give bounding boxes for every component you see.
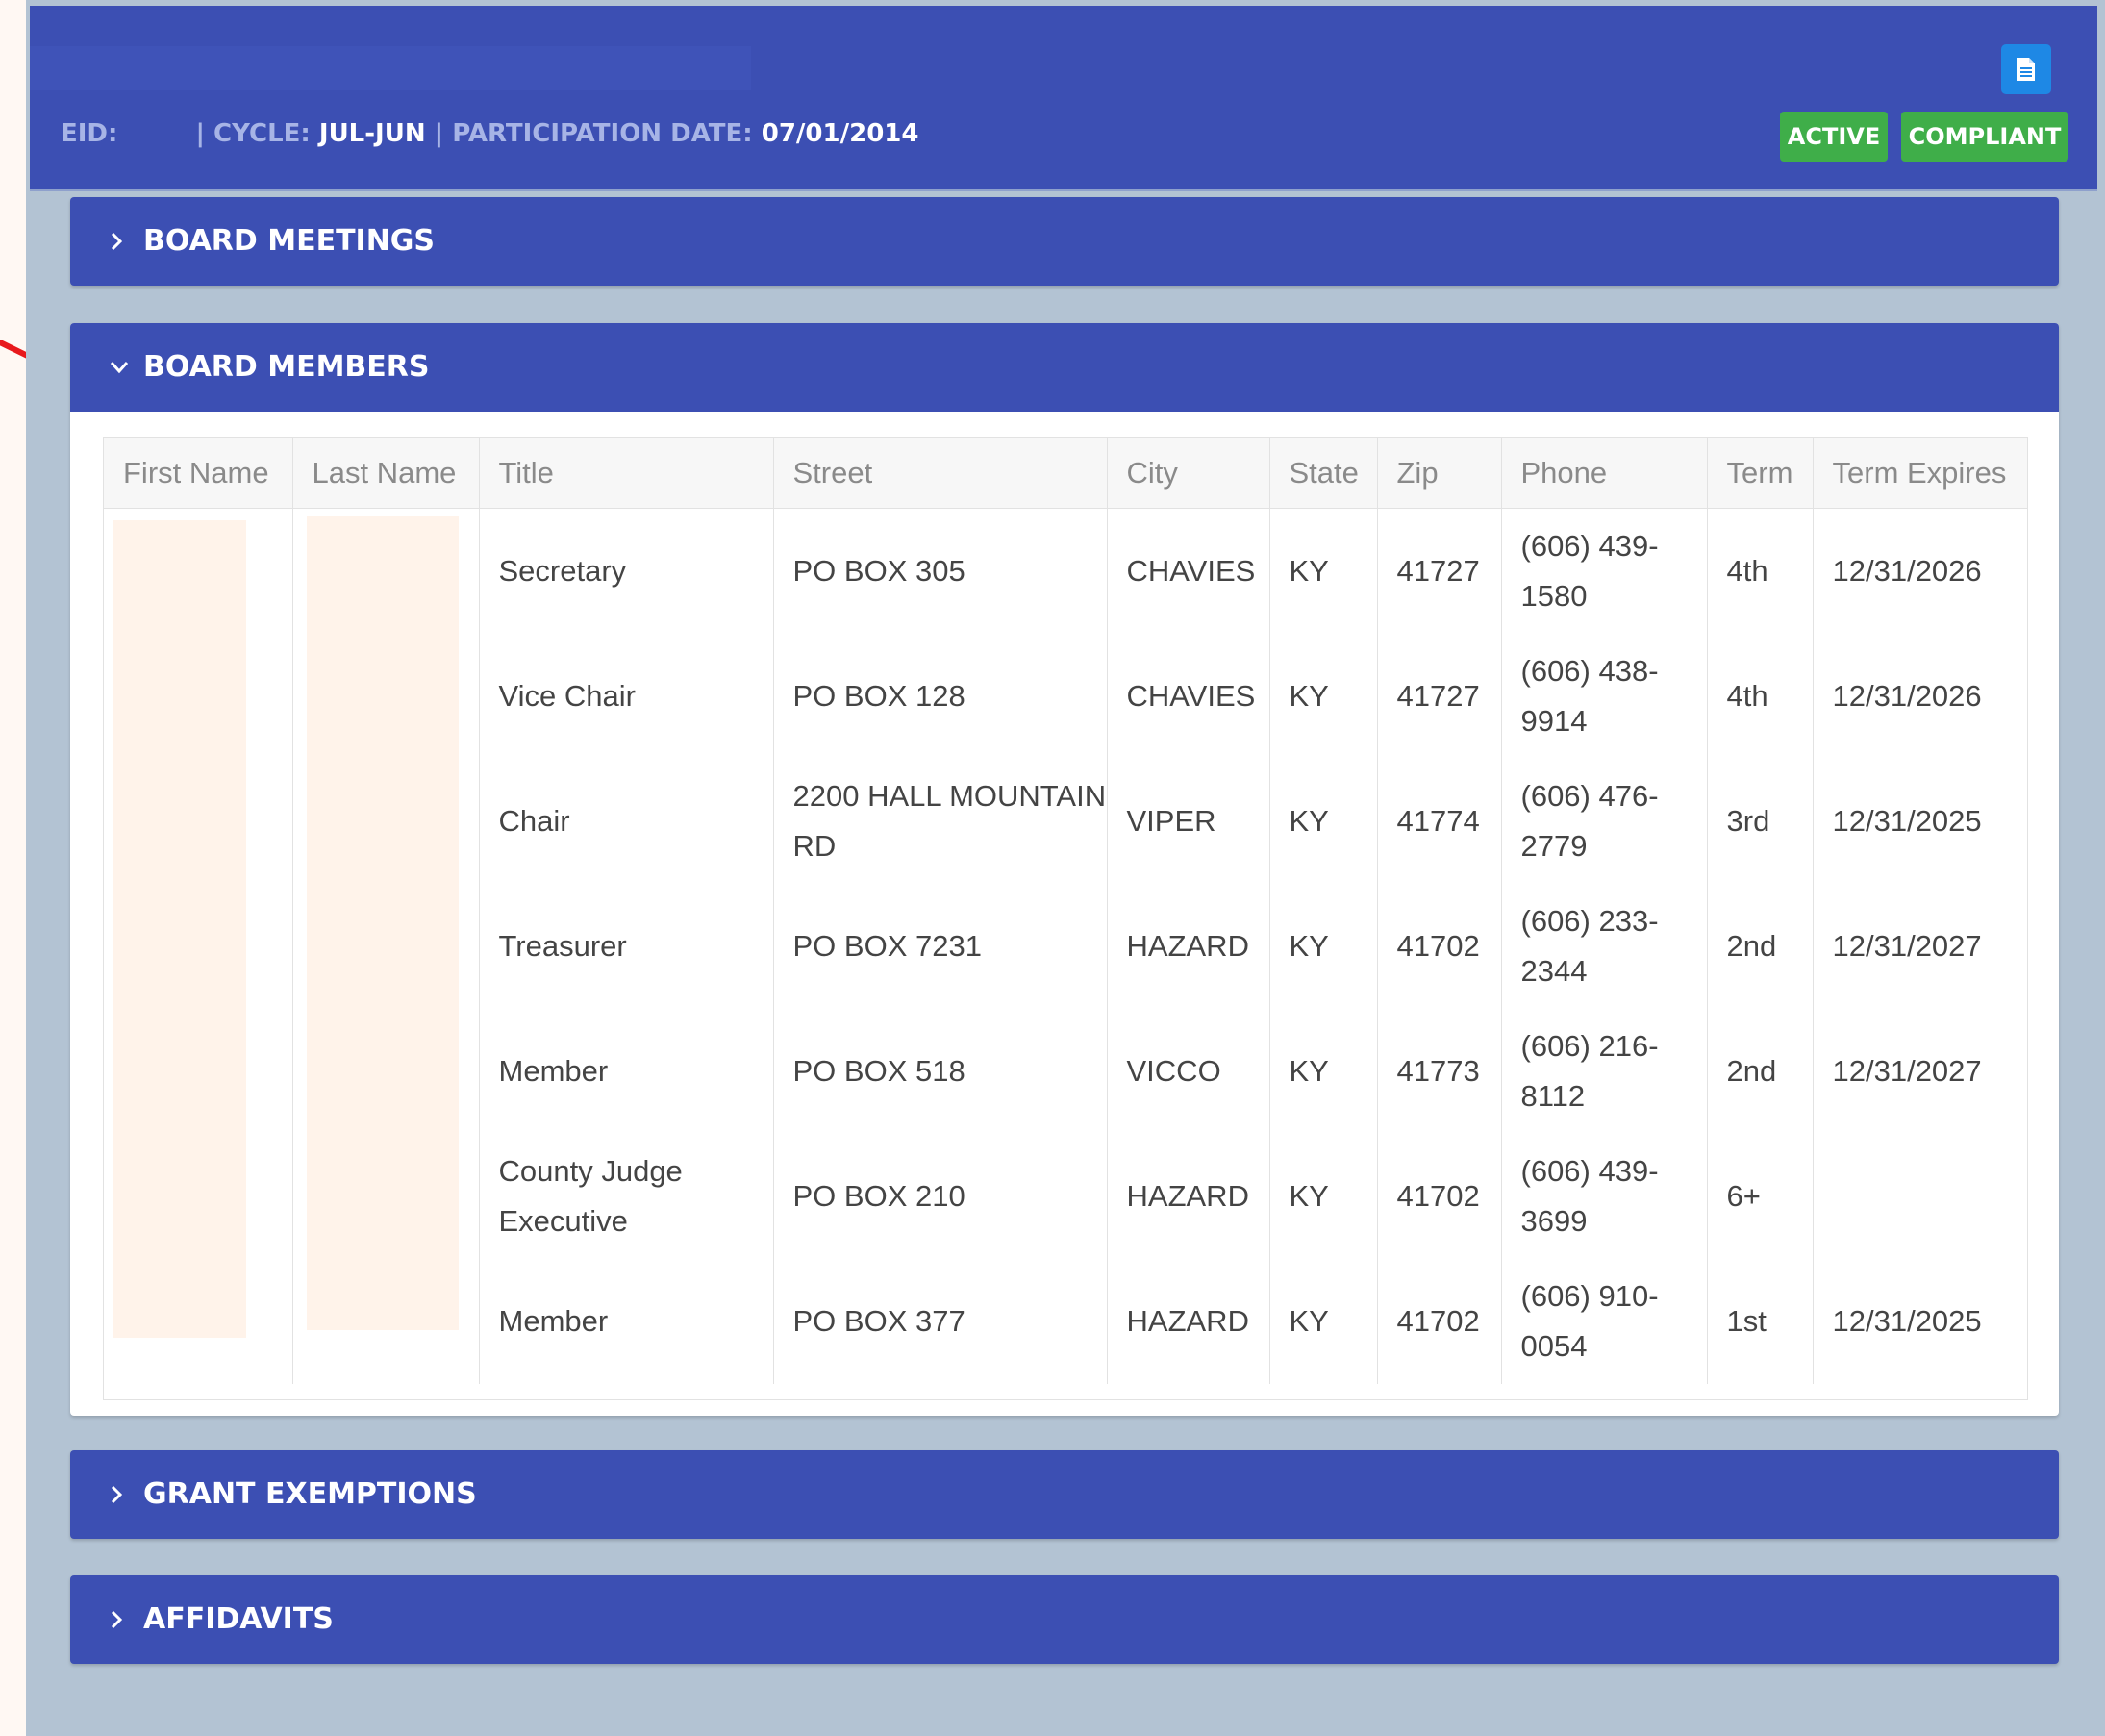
- chevron-right-icon: [111, 232, 123, 251]
- board-members-panel: BOARD MEMBERS First Name Last Name Title…: [70, 323, 2059, 1416]
- term-cell: 2nd: [1707, 884, 1814, 1009]
- street-cell: 2200 HALL MOUNTAIN RD: [773, 759, 1108, 884]
- title-cell: Member: [479, 1009, 774, 1134]
- street-cell: PO BOX 518: [773, 1009, 1108, 1134]
- chevron-right-icon: [111, 1485, 123, 1504]
- city-cell: CHAVIES: [1107, 508, 1270, 634]
- street-cell: PO BOX 7231: [773, 884, 1108, 1009]
- title-cell: Secretary: [479, 508, 774, 634]
- state-cell: KY: [1269, 884, 1378, 1009]
- street-cell: PO BOX 377: [773, 1259, 1108, 1384]
- col-title[interactable]: Title: [479, 438, 774, 509]
- record-info-line: EID: | CYCLE: JUL-JUN | PARTICIPATION DA…: [61, 119, 918, 148]
- participation-label: | PARTICIPATION DATE:: [434, 119, 753, 148]
- col-last-name[interactable]: Last Name: [292, 438, 480, 509]
- title-cell: Chair: [479, 759, 774, 884]
- status-badge-active: ACTIVE: [1780, 112, 1888, 162]
- term-expires-cell: 12/31/2026: [1832, 679, 1982, 713]
- redacted-last-names: [307, 516, 459, 1330]
- affidavits-panel[interactable]: AFFIDAVITS: [70, 1575, 2059, 1664]
- col-zip[interactable]: Zip: [1377, 438, 1502, 509]
- zip-cell: 41773: [1377, 1009, 1502, 1134]
- city-cell: HAZARD: [1107, 884, 1270, 1009]
- term-cell: 3rd: [1707, 759, 1814, 884]
- chevron-right-icon: [111, 1610, 123, 1629]
- term-expires-cell: 12/31/2026: [1832, 554, 1982, 588]
- street-cell: PO BOX 128: [773, 634, 1108, 759]
- table-header-row: First Name Last Name Title Street City S…: [104, 438, 2027, 509]
- eid-label: EID:: [61, 119, 118, 148]
- col-street[interactable]: Street: [773, 438, 1108, 509]
- title-cell: Vice Chair: [479, 634, 774, 759]
- title-cell: Member: [479, 1259, 774, 1384]
- zip-cell: 41774: [1377, 759, 1502, 884]
- term-expires-cell: [1813, 1134, 2027, 1259]
- zip-cell: 41702: [1377, 1259, 1502, 1384]
- record-name-band: [30, 46, 751, 90]
- state-cell: KY: [1269, 759, 1378, 884]
- phone-cell: (606) 216-8112: [1501, 1009, 1708, 1134]
- term-expires-cell: 12/31/2025: [1832, 1304, 1982, 1338]
- col-phone[interactable]: Phone: [1501, 438, 1708, 509]
- title-cell: County Judge Executive: [479, 1134, 774, 1259]
- board-meetings-panel[interactable]: BOARD MEETINGS: [70, 197, 2059, 286]
- affidavits-title: AFFIDAVITS: [143, 1602, 334, 1636]
- term-expires-cell: 12/31/2027: [1832, 1054, 1982, 1088]
- term-cell: 2nd: [1707, 1009, 1814, 1134]
- state-cell: KY: [1269, 508, 1378, 634]
- term-expires-cell: 12/31/2027: [1832, 929, 1982, 963]
- zip-cell: 41702: [1377, 1134, 1502, 1259]
- term-expires-cell: 12/31/2025: [1832, 804, 1982, 838]
- record-header: EID: | CYCLE: JUL-JUN | PARTICIPATION DA…: [30, 6, 2097, 191]
- title-cell: Treasurer: [479, 884, 774, 1009]
- col-state[interactable]: State: [1269, 438, 1378, 509]
- col-term-expires[interactable]: Term Expires: [1813, 438, 2027, 509]
- phone-cell: (606) 439-1580: [1501, 508, 1708, 634]
- term-cell: 1st: [1707, 1259, 1814, 1384]
- col-city[interactable]: City: [1107, 438, 1270, 509]
- zip-cell: 41702: [1377, 884, 1502, 1009]
- city-cell: HAZARD: [1107, 1134, 1270, 1259]
- city-cell: VICCO: [1107, 1009, 1270, 1134]
- board-meetings-title: BOARD MEETINGS: [143, 224, 436, 258]
- state-cell: KY: [1269, 1009, 1378, 1134]
- redacted-first-names: [113, 520, 246, 1338]
- phone-cell: (606) 438-9914: [1501, 634, 1708, 759]
- board-members-title: BOARD MEMBERS: [143, 350, 430, 384]
- phone-cell: (606) 233-2344: [1501, 884, 1708, 1009]
- state-cell: KY: [1269, 1259, 1378, 1384]
- grant-exemptions-panel[interactable]: GRANT EXEMPTIONS: [70, 1450, 2059, 1539]
- cycle-label: | CYCLE:: [195, 119, 311, 148]
- board-members-header[interactable]: BOARD MEMBERS: [70, 323, 2059, 412]
- street-cell: PO BOX 210: [773, 1134, 1108, 1259]
- cycle-value: JUL-JUN: [318, 119, 426, 148]
- chevron-down-icon: [110, 362, 129, 374]
- state-cell: KY: [1269, 1134, 1378, 1259]
- phone-cell: (606) 439-3699: [1501, 1134, 1708, 1259]
- phone-cell: (606) 476-2779: [1501, 759, 1708, 884]
- status-badge-compliant: COMPLIANT: [1901, 112, 2068, 162]
- city-cell: HAZARD: [1107, 1259, 1270, 1384]
- term-cell: 4th: [1707, 508, 1814, 634]
- term-cell: 6+: [1707, 1134, 1814, 1259]
- participation-value: 07/01/2014: [761, 119, 919, 148]
- col-first-name[interactable]: First Name: [104, 438, 293, 509]
- document-button[interactable]: [2001, 44, 2051, 94]
- state-cell: KY: [1269, 634, 1378, 759]
- zip-cell: 41727: [1377, 508, 1502, 634]
- col-term[interactable]: Term: [1707, 438, 1814, 509]
- document-icon: [2017, 58, 2035, 81]
- city-cell: CHAVIES: [1107, 634, 1270, 759]
- grant-exemptions-title: GRANT EXEMPTIONS: [143, 1477, 477, 1511]
- board-members-table: First Name Last Name Title Street City S…: [103, 437, 2028, 1400]
- city-cell: VIPER: [1107, 759, 1270, 884]
- street-cell: PO BOX 305: [773, 508, 1108, 634]
- zip-cell: 41727: [1377, 634, 1502, 759]
- phone-cell: (606) 910-0054: [1501, 1259, 1708, 1384]
- term-cell: 4th: [1707, 634, 1814, 759]
